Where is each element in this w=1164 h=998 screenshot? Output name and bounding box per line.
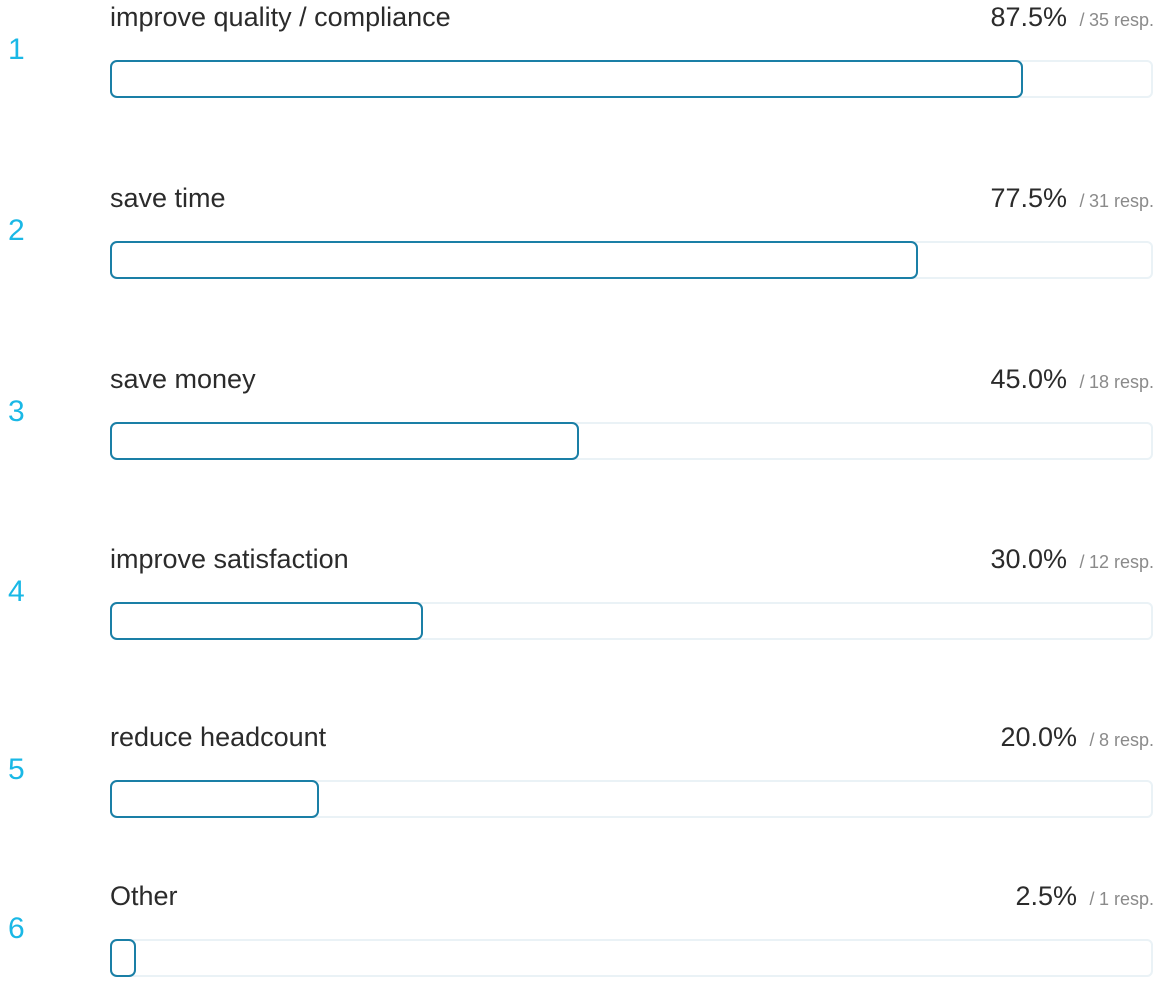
response-count: 8 resp.: [1098, 730, 1154, 750]
result-row-5: 5 reduce headcount 20.0% / 8 resp.: [0, 716, 1164, 836]
option-stats: 20.0% / 8 resp.: [1000, 720, 1154, 759]
separator: /: [1089, 889, 1095, 909]
option-stats: 30.0% / 12 resp.: [990, 542, 1154, 581]
bar-track: [110, 241, 1153, 279]
separator: /: [1079, 10, 1085, 30]
bar-track: [110, 780, 1153, 818]
response-count: 18 resp.: [1088, 372, 1154, 392]
bar-fill: [110, 60, 1023, 98]
rank-number: 5: [8, 753, 25, 786]
response-bar-chart: 1 improve quality / compliance 87.5% / 3…: [0, 0, 1164, 998]
response-count: 1 resp.: [1098, 889, 1154, 909]
percent-value: 30.0%: [990, 544, 1068, 574]
separator: /: [1079, 191, 1085, 211]
result-row-2: 2 save time 77.5% / 31 resp.: [0, 177, 1164, 297]
bar-fill: [110, 780, 319, 818]
rank-number: 3: [8, 395, 25, 428]
rank-number: 6: [8, 912, 25, 945]
percent-value: 2.5%: [1015, 881, 1078, 911]
response-count: 35 resp.: [1088, 10, 1154, 30]
rank-number: 2: [8, 214, 25, 247]
option-label: reduce headcount: [110, 722, 327, 752]
option-stats: 77.5% / 31 resp.: [990, 181, 1154, 220]
percent-value: 87.5%: [990, 2, 1068, 32]
option-stats: 45.0% / 18 resp.: [990, 362, 1154, 401]
option-label: save money: [110, 364, 256, 394]
bar-track: [110, 602, 1153, 640]
bar-track: [110, 422, 1153, 460]
option-label: improve quality / compliance: [110, 2, 451, 32]
percent-value: 45.0%: [990, 364, 1068, 394]
response-count: 31 resp.: [1088, 191, 1154, 211]
rank-number: 4: [8, 575, 25, 608]
separator: /: [1079, 552, 1085, 572]
separator: /: [1079, 372, 1085, 392]
bar-fill: [110, 422, 579, 460]
result-row-6: 6 Other 2.5% / 1 resp.: [0, 875, 1164, 995]
response-count: 12 resp.: [1088, 552, 1154, 572]
result-row-1: 1 improve quality / compliance 87.5% / 3…: [0, 0, 1164, 116]
result-row-4: 4 improve satisfaction 30.0% / 12 resp.: [0, 538, 1164, 658]
bar-track: [110, 939, 1153, 977]
option-stats: 2.5% / 1 resp.: [1016, 879, 1155, 918]
separator: /: [1089, 730, 1095, 750]
percent-value: 77.5%: [990, 183, 1068, 213]
rank-number: 1: [8, 33, 25, 66]
bar-track: [110, 60, 1153, 98]
option-stats: 87.5% / 35 resp.: [990, 0, 1154, 39]
option-label: improve satisfaction: [110, 544, 349, 574]
percent-value: 20.0%: [1000, 722, 1078, 752]
bar-fill: [110, 241, 918, 279]
option-label: save time: [110, 183, 226, 213]
bar-fill: [110, 602, 423, 640]
option-label: Other: [110, 881, 178, 911]
bar-fill: [110, 939, 136, 977]
result-row-3: 3 save money 45.0% / 18 resp.: [0, 358, 1164, 478]
